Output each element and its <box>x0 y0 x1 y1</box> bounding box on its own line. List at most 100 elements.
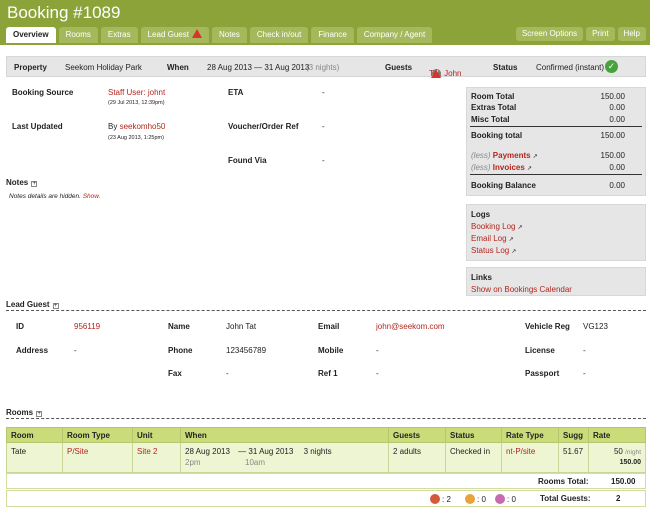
external-link-icon: ↗ <box>508 237 514 243</box>
tab-check-in-out[interactable]: Check in/out <box>249 27 309 43</box>
status-label: Status <box>493 63 518 72</box>
booking-source-link[interactable]: Staff User: johnt <box>108 88 165 97</box>
notes-show-link[interactable]: Show. <box>83 193 101 200</box>
phone-label: Phone <box>168 346 193 355</box>
external-link-icon: ↗ <box>532 154 538 160</box>
booking-balance-label: Booking Balance <box>471 181 536 190</box>
license-label: License <box>525 346 555 355</box>
payments-link[interactable]: Payments <box>493 151 531 160</box>
phone-value: 123456789 <box>226 346 267 355</box>
total-guests-value: 2 <box>616 494 621 503</box>
tab-rooms[interactable]: Rooms <box>58 27 98 43</box>
screen-options-button[interactable]: Screen Options <box>515 27 584 41</box>
rate-cell: 50 /night 150.00 <box>588 442 646 473</box>
status-value: Confirmed (instant) <box>536 63 605 72</box>
when-nights: (3 nights) <box>306 63 340 72</box>
extras-total-value: 0.00 <box>609 103 625 112</box>
guests-total-row: : 2 : 0 : 0 Total Guests: 2 <box>6 490 646 507</box>
tab-overview[interactable]: Overview <box>6 27 56 43</box>
notes-hidden-label: Notes details are hidden. <box>9 193 81 200</box>
external-link-icon: ↗ <box>526 166 532 172</box>
mobile-value: - <box>376 346 379 355</box>
adult-icon <box>430 494 440 504</box>
eta-label: ETA <box>228 88 244 97</box>
rate-total: 150.00 <box>619 459 641 466</box>
misc-total-label: Misc Total <box>471 115 510 124</box>
status-log-link[interactable]: Status Log <box>471 246 509 255</box>
voucher-label: Voucher/Order Ref <box>228 122 299 131</box>
booking-log-link[interactable]: Booking Log <box>471 222 515 231</box>
column-header[interactable]: Rate Type <box>501 427 559 443</box>
less-label: (less) <box>471 163 491 172</box>
when-to: — 31 Aug 2013 <box>238 447 294 456</box>
notes-heading[interactable]: Notes + <box>6 178 38 187</box>
logs-panel: Logs Booking Log ↗ Email Log ↗ Status Log ↗ <box>466 204 646 261</box>
rooms-heading[interactable]: Rooms + <box>6 408 43 417</box>
guests-cell: 2 adults <box>388 442 446 473</box>
status-log-item: Status Log ↗ <box>471 246 516 255</box>
print-button[interactable]: Print <box>586 27 615 41</box>
column-header[interactable]: Guests <box>388 427 446 443</box>
guest-name-label: Name <box>168 322 190 331</box>
tab-company-agent[interactable]: Company / Agent <box>356 27 433 43</box>
infants-count: : 0 <box>495 494 516 504</box>
room-type-link[interactable]: P/Site <box>62 442 133 473</box>
column-header[interactable]: Room Type <box>62 427 133 443</box>
collapse-icon[interactable]: + <box>52 303 59 309</box>
bookings-calendar-link[interactable]: Show on Bookings Calendar <box>471 285 572 294</box>
column-header[interactable]: When <box>180 427 389 443</box>
address-label: Address <box>16 346 49 355</box>
tab-extras[interactable]: Extras <box>100 27 138 43</box>
column-header[interactable]: Status <box>445 427 502 443</box>
lead-guest-heading[interactable]: Lead Guest + <box>6 300 59 309</box>
tab-lead-guest-label: Lead Guest <box>147 30 189 39</box>
payments-value: 150.00 <box>600 151 625 160</box>
ref1-value: - <box>376 369 379 378</box>
found-via-value: - <box>322 156 325 165</box>
last-updated-user-link[interactable]: seekomho50 <box>120 122 166 131</box>
extras-total-label: Extras Total <box>471 103 517 112</box>
tab-finance[interactable]: Finance <box>311 27 354 43</box>
rate-type-link[interactable]: nt-P/site <box>501 442 559 473</box>
collapse-icon[interactable]: + <box>36 411 43 417</box>
total-guests-label: Total Guests: <box>540 494 591 503</box>
fax-value: - <box>226 369 229 378</box>
mobile-label: Mobile <box>318 346 344 355</box>
last-updated-label: Last Updated <box>12 122 63 131</box>
passport-label: Passport <box>525 369 560 378</box>
guest-email-link[interactable]: john@seekom.com <box>376 322 445 331</box>
column-header[interactable]: Room <box>6 427 63 443</box>
guest-id-link[interactable]: 956119 <box>74 322 100 331</box>
voucher-value: - <box>322 122 325 131</box>
divider <box>6 310 646 311</box>
last-updated-value: By seekomho50 <box>108 122 166 131</box>
when-value: 28 Aug 2013 — 31 Aug 2013 <box>207 63 310 72</box>
table-header-row: Room Room Type Unit When Guests Status R… <box>6 427 646 443</box>
check-out-time: 10am <box>245 458 266 467</box>
rate-unit: /night <box>625 449 641 456</box>
infants-count-value: : 0 <box>507 495 516 504</box>
divider <box>470 126 642 127</box>
tab-notes[interactable]: Notes <box>211 27 247 43</box>
last-updated-date: (23 Aug 2013, 1:25pm) <box>108 135 164 141</box>
invoices-value: 0.00 <box>609 163 625 172</box>
page-header: Booking #1089 Overview Rooms Extras Lead… <box>0 0 650 45</box>
guest-email-label: Email <box>318 322 340 331</box>
room-total-label: Room Total <box>471 92 515 101</box>
column-header[interactable]: Rate <box>588 427 646 443</box>
column-header[interactable]: Sugg <box>558 427 589 443</box>
rooms-total-value: 150.00 <box>611 477 636 486</box>
column-header[interactable]: Unit <box>132 427 181 443</box>
vehicle-reg-label: Vehicle Reg <box>525 322 570 331</box>
divider <box>6 418 646 419</box>
invoices-link[interactable]: Invoices <box>493 163 525 172</box>
unit-link[interactable]: Site 2 <box>132 442 181 473</box>
tab-lead-guest[interactable]: Lead Guest <box>140 27 209 43</box>
email-log-link[interactable]: Email Log <box>471 234 507 243</box>
adults-count: : 2 <box>430 494 451 504</box>
room-total-value: 150.00 <box>600 92 625 101</box>
collapse-icon[interactable]: + <box>31 181 38 187</box>
help-button[interactable]: Help <box>617 27 646 41</box>
address-value: - <box>74 346 77 355</box>
external-link-icon: ↗ <box>511 249 517 255</box>
